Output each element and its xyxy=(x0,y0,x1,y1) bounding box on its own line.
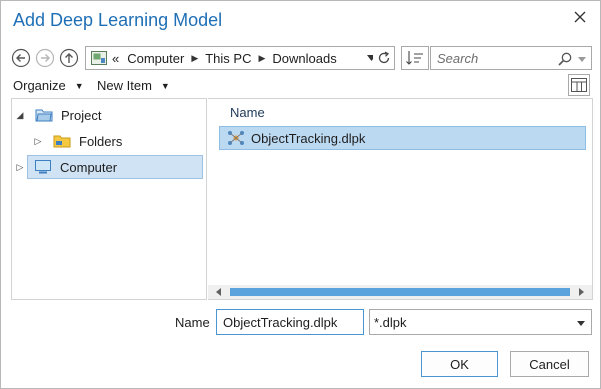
project-folder-icon xyxy=(35,109,53,122)
computer-icon xyxy=(35,160,51,174)
expand-arrow-icon[interactable]: ▷ xyxy=(33,136,43,147)
scroll-right-icon[interactable] xyxy=(577,288,585,296)
caret-down-icon: ▼ xyxy=(160,80,170,91)
chevron-right-icon[interactable]: ▶ xyxy=(255,53,268,64)
organize-label: Organize xyxy=(13,78,66,93)
chevron-down-icon[interactable] xyxy=(578,55,586,63)
chevron-down-icon xyxy=(577,321,585,326)
filter-value: *.dlpk xyxy=(374,314,407,330)
tree-item-project[interactable]: ◢ Project xyxy=(15,103,165,127)
file-type-filter[interactable]: *.dlpk xyxy=(369,309,592,335)
navigation-bar: « Computer ▶ This PC ▶ Downloads xyxy=(11,46,592,72)
forward-arrow-icon xyxy=(35,48,55,68)
new-item-menu[interactable]: New Item ▼ xyxy=(97,78,170,93)
add-deep-learning-model-dialog: Add Deep Learning Model « Computer ▶ Thi… xyxy=(0,0,601,389)
new-item-label: New Item xyxy=(97,78,152,93)
tree-item-folders[interactable]: ▷ Folders xyxy=(33,129,183,153)
up-button[interactable] xyxy=(59,48,79,68)
sort-icon xyxy=(406,51,423,65)
folder-icon xyxy=(53,135,71,148)
location-icon xyxy=(91,51,107,65)
chevron-right-icon[interactable]: ▶ xyxy=(188,53,201,64)
ok-button[interactable]: OK xyxy=(421,351,498,377)
close-button[interactable] xyxy=(572,9,588,25)
back-arrow-icon xyxy=(11,48,31,68)
file-list: Name ObjectTracking.dlpk xyxy=(208,98,593,300)
file-item[interactable]: ObjectTracking.dlpk xyxy=(219,126,586,150)
breadcrumb: « Computer ▶ This PC ▶ Downloads xyxy=(112,51,341,66)
tree-item-computer[interactable]: Computer xyxy=(27,155,203,179)
search-icon[interactable] xyxy=(557,51,573,67)
navigation-tree: ◢ Project ▷ Folders ▷ Computer xyxy=(11,98,207,300)
name-label: Name xyxy=(175,315,210,330)
toolbar: Organize ▼ New Item ▼ xyxy=(13,74,590,96)
breadcrumb-computer[interactable]: Computer xyxy=(123,51,188,66)
column-header-name[interactable]: Name xyxy=(230,105,265,120)
deep-learning-model-icon xyxy=(228,131,244,145)
caret-down-icon: ▼ xyxy=(74,80,84,91)
back-button[interactable] xyxy=(11,48,31,68)
breadcrumb-downloads[interactable]: Downloads xyxy=(268,51,340,66)
expand-arrow-icon[interactable]: ▷ xyxy=(15,162,25,173)
refresh-button[interactable] xyxy=(373,46,395,70)
scrollbar-thumb[interactable] xyxy=(230,288,570,296)
tree-item-label: Folders xyxy=(79,133,123,149)
scroll-left-icon[interactable] xyxy=(215,288,223,296)
breadcrumb-overflow[interactable]: « xyxy=(112,51,123,66)
close-icon xyxy=(574,11,586,23)
search-box[interactable] xyxy=(430,46,592,70)
organize-menu[interactable]: Organize ▼ xyxy=(13,78,84,93)
address-bar[interactable]: « Computer ▶ This PC ▶ Downloads xyxy=(85,46,381,70)
tree-item-label: Project xyxy=(61,107,102,123)
sort-button[interactable] xyxy=(401,46,429,70)
breadcrumb-this-pc[interactable]: This PC xyxy=(201,51,255,66)
horizontal-scrollbar[interactable] xyxy=(208,285,592,299)
dialog-title: Add Deep Learning Model xyxy=(13,10,223,30)
refresh-icon xyxy=(378,51,389,64)
file-name: ObjectTracking.dlpk xyxy=(251,130,366,146)
view-options-button[interactable] xyxy=(568,74,590,96)
collapse-arrow-icon[interactable]: ◢ xyxy=(15,110,25,121)
tree-item-label: Computer xyxy=(60,159,118,175)
name-input[interactable] xyxy=(216,309,364,335)
search-input[interactable] xyxy=(437,50,555,66)
details-view-icon xyxy=(571,78,587,92)
forward-button[interactable] xyxy=(35,48,55,68)
up-arrow-icon xyxy=(59,48,79,68)
cancel-button[interactable]: Cancel xyxy=(510,351,589,377)
